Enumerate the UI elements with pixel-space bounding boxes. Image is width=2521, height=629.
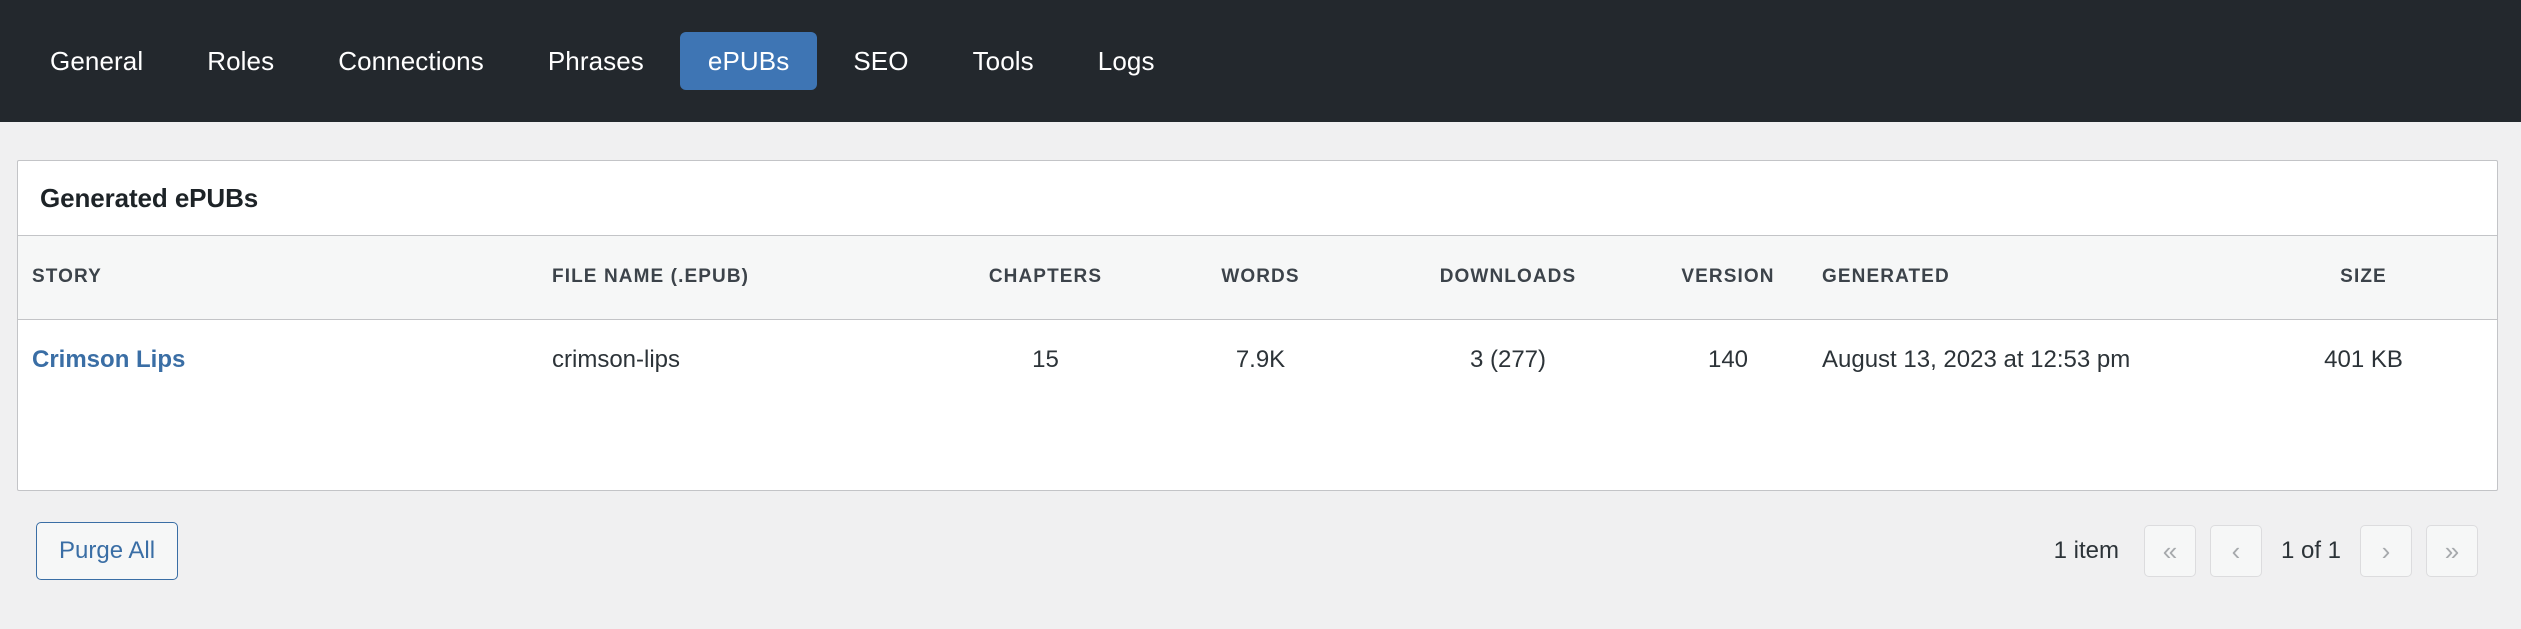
generated-epubs-card: Generated ePUBs STORY FILE NAME (.EPUB) … bbox=[17, 160, 2498, 491]
tab-epubs[interactable]: ePUBs bbox=[679, 32, 818, 90]
tab-tools[interactable]: Tools bbox=[945, 32, 1062, 90]
tab-seo[interactable]: SEO bbox=[825, 32, 936, 90]
main-content: Generated ePUBs STORY FILE NAME (.EPUB) … bbox=[0, 160, 2521, 581]
column-header-generated[interactable]: GENERATED bbox=[1808, 236, 2228, 320]
tab-phrases[interactable]: Phrases bbox=[520, 32, 672, 90]
column-header-chapters[interactable]: CHAPTERS bbox=[938, 236, 1153, 320]
cell-version: 140 bbox=[1707, 346, 1749, 374]
page-indicator-label: 1 of 1 bbox=[2280, 537, 2341, 564]
cell-generated: August 13, 2023 at 12:53 pm bbox=[1822, 346, 2131, 374]
last-page-button[interactable]: » bbox=[2426, 525, 2478, 577]
purge-all-button[interactable]: Purge All bbox=[36, 522, 179, 580]
column-header-size[interactable]: SIZE bbox=[2228, 236, 2497, 320]
cell-file-name: crimson-lips bbox=[552, 346, 681, 374]
generated-epubs-table: STORY FILE NAME (.EPUB) CHAPTERS WORDS D… bbox=[18, 236, 2497, 401]
table-row: Crimson Lips crimson-lips 15 7.9K 3 (277… bbox=[18, 319, 2497, 401]
table-header-row: STORY FILE NAME (.EPUB) CHAPTERS WORDS D… bbox=[18, 236, 2497, 320]
tab-connections[interactable]: Connections bbox=[310, 32, 512, 90]
card-header: Generated ePUBs bbox=[18, 161, 2497, 236]
tab-general[interactable]: General bbox=[22, 32, 171, 90]
pagination: 1 item « ‹ 1 of 1 › » bbox=[2054, 525, 2485, 577]
item-count-label: 1 item bbox=[2053, 537, 2119, 564]
column-header-words[interactable]: WORDS bbox=[1153, 236, 1368, 320]
table-body: Crimson Lips crimson-lips 15 7.9K 3 (277… bbox=[18, 319, 2497, 401]
settings-nav-bar: General Roles Connections Phrases ePUBs … bbox=[0, 0, 2521, 122]
story-link[interactable]: Crimson Lips bbox=[32, 346, 185, 373]
table-footer: Purge All 1 item « ‹ 1 of 1 › » bbox=[17, 521, 2504, 581]
previous-page-button[interactable]: ‹ bbox=[2209, 525, 2262, 577]
column-header-downloads[interactable]: DOWNLOADS bbox=[1368, 236, 1648, 320]
tab-roles[interactable]: Roles bbox=[179, 32, 302, 90]
column-header-file-name[interactable]: FILE NAME (.EPUB) bbox=[538, 236, 938, 320]
cell-chapters: 15 bbox=[1032, 346, 1059, 374]
table-head: STORY FILE NAME (.EPUB) CHAPTERS WORDS D… bbox=[18, 236, 2497, 320]
cell-size: 401 KB bbox=[2324, 346, 2403, 374]
next-page-button[interactable]: › bbox=[2360, 525, 2412, 577]
cell-story: Crimson Lips bbox=[18, 319, 538, 401]
tab-logs[interactable]: Logs bbox=[1070, 32, 1183, 90]
page-title: Generated ePUBs bbox=[40, 182, 259, 213]
column-header-story[interactable]: STORY bbox=[18, 236, 538, 320]
cell-downloads: 3 (277) bbox=[1469, 346, 1547, 374]
cell-words: 7.9K bbox=[1235, 346, 1286, 374]
first-page-button[interactable]: « bbox=[2143, 525, 2196, 577]
column-header-version[interactable]: VERSION bbox=[1648, 236, 1808, 320]
